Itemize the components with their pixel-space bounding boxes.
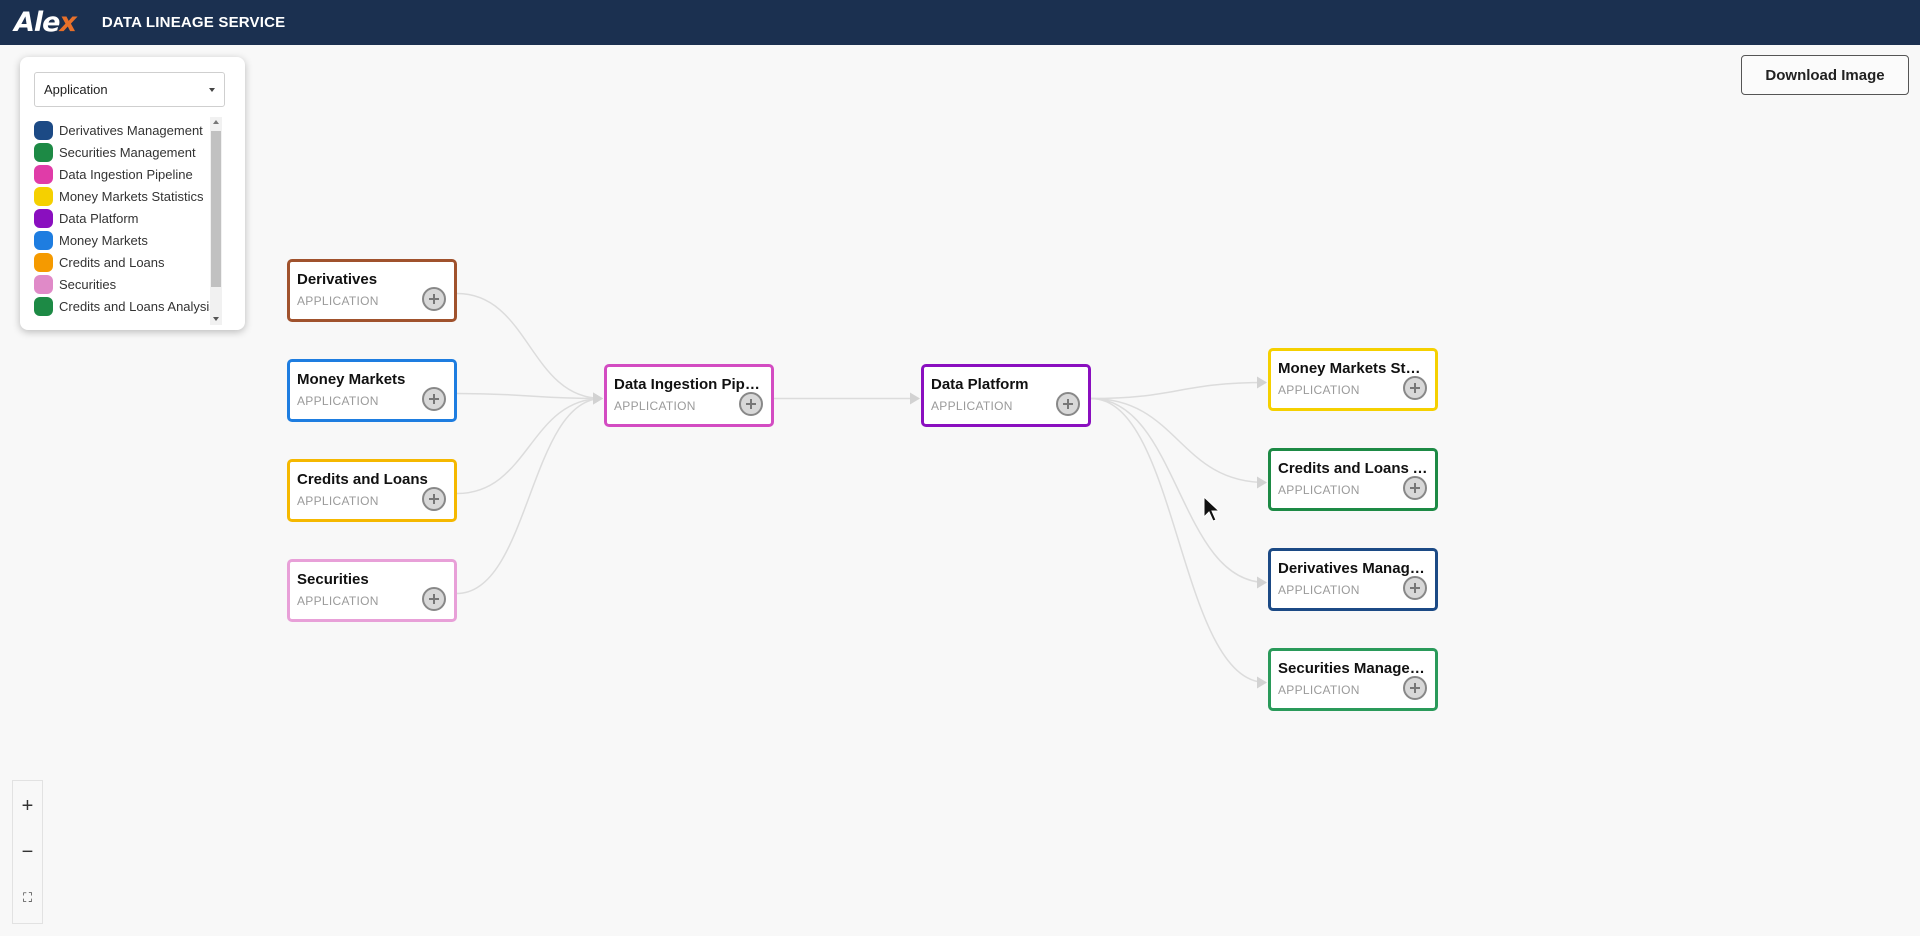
legend-item[interactable]: Data Ingestion Pipeline	[34, 163, 234, 185]
node-name: Data Platform	[931, 376, 1029, 393]
edge-credits-loans-to-data-ingestion	[456, 392, 603, 495]
legend-color-swatch	[34, 164, 53, 184]
legend-item-label: Securities Management	[59, 144, 196, 160]
node-type: APPLICATION	[1278, 483, 1360, 497]
legend-color-swatch	[34, 120, 53, 140]
legend-item[interactable]: Derivatives Management	[34, 119, 234, 141]
node-type: APPLICATION	[297, 394, 379, 408]
legend-item-label: Credits and Loans Analysis	[59, 298, 216, 314]
legend-item-label: Securities	[59, 276, 117, 292]
fit-view-button[interactable]: ⛶	[13, 875, 42, 921]
expand-plus-icon[interactable]	[422, 487, 446, 511]
legend-color-swatch	[34, 208, 53, 228]
download-image-button[interactable]: Download Image	[1741, 55, 1909, 95]
legend-item-label: Data Ingestion Pipeline	[59, 166, 193, 182]
expand-plus-icon[interactable]	[1056, 392, 1080, 416]
node-name: Data Ingestion Pipeline	[614, 376, 764, 393]
node-type: APPLICATION	[931, 399, 1013, 413]
legend-item[interactable]: Securities Management	[34, 141, 234, 163]
node-type: APPLICATION	[297, 594, 379, 608]
node-type: APPLICATION	[1278, 583, 1360, 597]
node-type: APPLICATION	[297, 494, 379, 508]
expand-plus-icon[interactable]	[1403, 376, 1427, 400]
node-name: Money Markets Statistics	[1278, 360, 1428, 377]
legend-color-swatch	[34, 230, 53, 250]
mouse-cursor-icon	[1203, 496, 1221, 522]
legend-item-label: Derivatives Management	[59, 122, 203, 138]
legend-item[interactable]: Credits and Loans	[34, 251, 234, 273]
lineage-node-sec-mgmt[interactable]: Securities Management APPLICATION	[1268, 648, 1438, 711]
node-type: APPLICATION	[1278, 683, 1360, 697]
legend-item[interactable]: Securities	[34, 273, 234, 295]
edge-data-platform-to-deriv-mgmt	[1090, 397, 1267, 589]
expand-plus-icon[interactable]	[739, 392, 763, 416]
legend-item-label: Money Markets Statistics	[59, 188, 204, 204]
edge-derivatives-to-data-ingestion	[456, 292, 603, 405]
expand-plus-icon[interactable]	[1403, 676, 1427, 700]
legend-item[interactable]: Credits and Loans Analysis	[34, 295, 234, 317]
lineage-node-credits-loans[interactable]: Credits and Loans APPLICATION	[287, 459, 457, 522]
legend-color-swatch	[34, 186, 53, 206]
legend-item-label: Money Markets	[59, 232, 148, 248]
node-name: Derivatives	[297, 271, 378, 288]
node-name: Credits and Loans	[297, 471, 428, 488]
edge-data-platform-to-mm-statistics	[1090, 376, 1267, 400]
legend-item[interactable]: Money Markets Statistics	[34, 185, 234, 207]
node-name: Securities	[297, 571, 369, 588]
legend-color-swatch	[34, 318, 53, 319]
node-type: APPLICATION	[297, 294, 379, 308]
expand-plus-icon[interactable]	[422, 387, 446, 411]
legend-item[interactable]	[34, 317, 234, 319]
node-type: APPLICATION	[614, 399, 696, 413]
legend-color-swatch	[34, 142, 53, 162]
node-name: Credits and Loans Analysis	[1278, 460, 1428, 477]
expand-plus-icon[interactable]	[422, 587, 446, 611]
lineage-node-derivatives[interactable]: Derivatives APPLICATION	[287, 259, 457, 322]
node-name: Securities Management	[1278, 660, 1428, 677]
legend-item[interactable]: Data Platform	[34, 207, 234, 229]
node-type: APPLICATION	[1278, 383, 1360, 397]
legend-item-label: Credits and Loans	[59, 254, 165, 270]
legend-group-select[interactable]: Application	[34, 72, 225, 107]
legend-color-swatch	[34, 274, 53, 294]
node-name: Derivatives Management	[1278, 560, 1428, 577]
legend-color-swatch	[34, 296, 53, 316]
lineage-node-securities[interactable]: Securities APPLICATION	[287, 559, 457, 622]
legend-select-value: Application	[44, 82, 108, 97]
expand-plus-icon[interactable]	[1403, 576, 1427, 600]
caret-down-icon	[209, 88, 215, 92]
scroll-up-icon[interactable]	[213, 120, 219, 124]
legend-item[interactable]: Money Markets	[34, 229, 234, 251]
legend-scroll-thumb[interactable]	[211, 131, 221, 287]
lineage-node-mm-statistics[interactable]: Money Markets Statistics APPLICATION	[1268, 348, 1438, 411]
scroll-down-icon[interactable]	[213, 317, 219, 321]
legend-color-swatch	[34, 252, 53, 272]
zoom-in-button[interactable]: +	[13, 783, 42, 829]
edge-data-platform-to-cl-analysis	[1090, 397, 1267, 489]
lineage-node-deriv-mgmt[interactable]: Derivatives Management APPLICATION	[1268, 548, 1438, 611]
zoom-out-button[interactable]: −	[13, 829, 42, 875]
legend-item-label: Data Platform	[59, 210, 139, 226]
lineage-node-data-ingestion[interactable]: Data Ingestion Pipeline APPLICATION	[604, 364, 774, 427]
lineage-node-cl-analysis[interactable]: Credits and Loans Analysis APPLICATION	[1268, 448, 1438, 511]
expand-plus-icon[interactable]	[422, 287, 446, 311]
node-name: Money Markets	[297, 371, 406, 388]
lineage-node-data-platform[interactable]: Data Platform APPLICATION	[921, 364, 1091, 427]
legend-scrollbar[interactable]	[210, 117, 222, 325]
legend-list: Derivatives Management Securities Managem…	[34, 119, 234, 319]
lineage-node-money-markets[interactable]: Money Markets APPLICATION	[287, 359, 457, 422]
expand-plus-icon[interactable]	[1403, 476, 1427, 500]
zoom-controls: + − ⛶	[12, 780, 43, 924]
edge-securities-to-data-ingestion	[456, 392, 603, 595]
